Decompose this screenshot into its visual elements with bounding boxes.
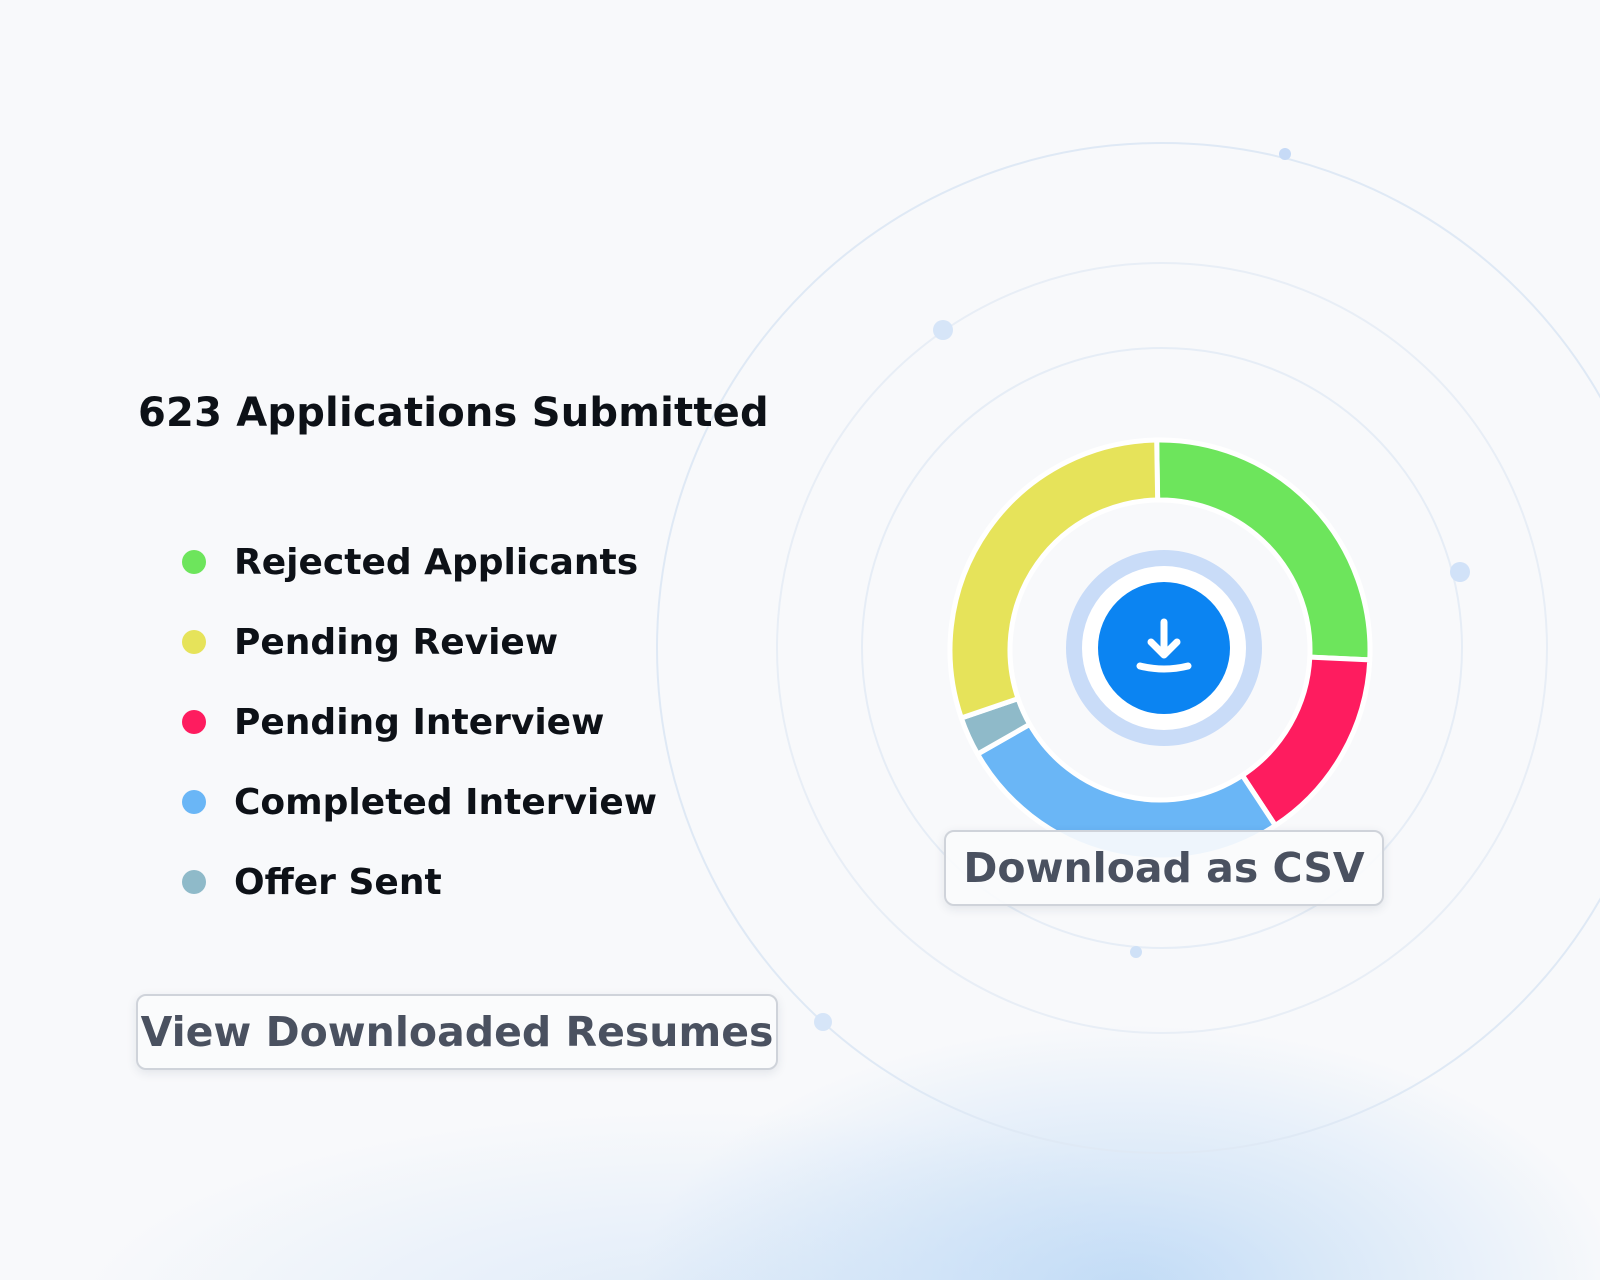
legend-item-pending-review: Pending Review xyxy=(182,602,657,682)
legend-dot xyxy=(182,790,206,814)
legend-label: Completed Interview xyxy=(234,781,657,823)
legend-label: Pending Interview xyxy=(234,701,605,743)
download-icon xyxy=(1136,618,1192,673)
legend-label: Pending Review xyxy=(234,621,559,663)
legend-dot xyxy=(182,710,206,734)
view-downloaded-resumes-button[interactable]: View Downloaded Resumes xyxy=(136,994,778,1070)
status-legend: Rejected Applicants Pending Review Pendi… xyxy=(182,522,657,922)
legend-item-completed-interview: Completed Interview xyxy=(182,762,657,842)
legend-item-pending-interview: Pending Interview xyxy=(182,682,657,762)
legend-item-offer-sent: Offer Sent xyxy=(182,842,657,922)
legend-item-rejected-applicants: Rejected Applicants xyxy=(182,522,657,602)
legend-dot xyxy=(182,630,206,654)
download-button[interactable] xyxy=(1098,582,1230,714)
legend-label: Rejected Applicants xyxy=(234,541,639,583)
download-csv-button[interactable]: Download as CSV xyxy=(944,830,1384,906)
legend-dot xyxy=(182,870,206,894)
legend-label: Offer Sent xyxy=(234,861,442,903)
legend-dot xyxy=(182,550,206,574)
applications-summary-title: 623 Applications Submitted xyxy=(138,390,769,436)
